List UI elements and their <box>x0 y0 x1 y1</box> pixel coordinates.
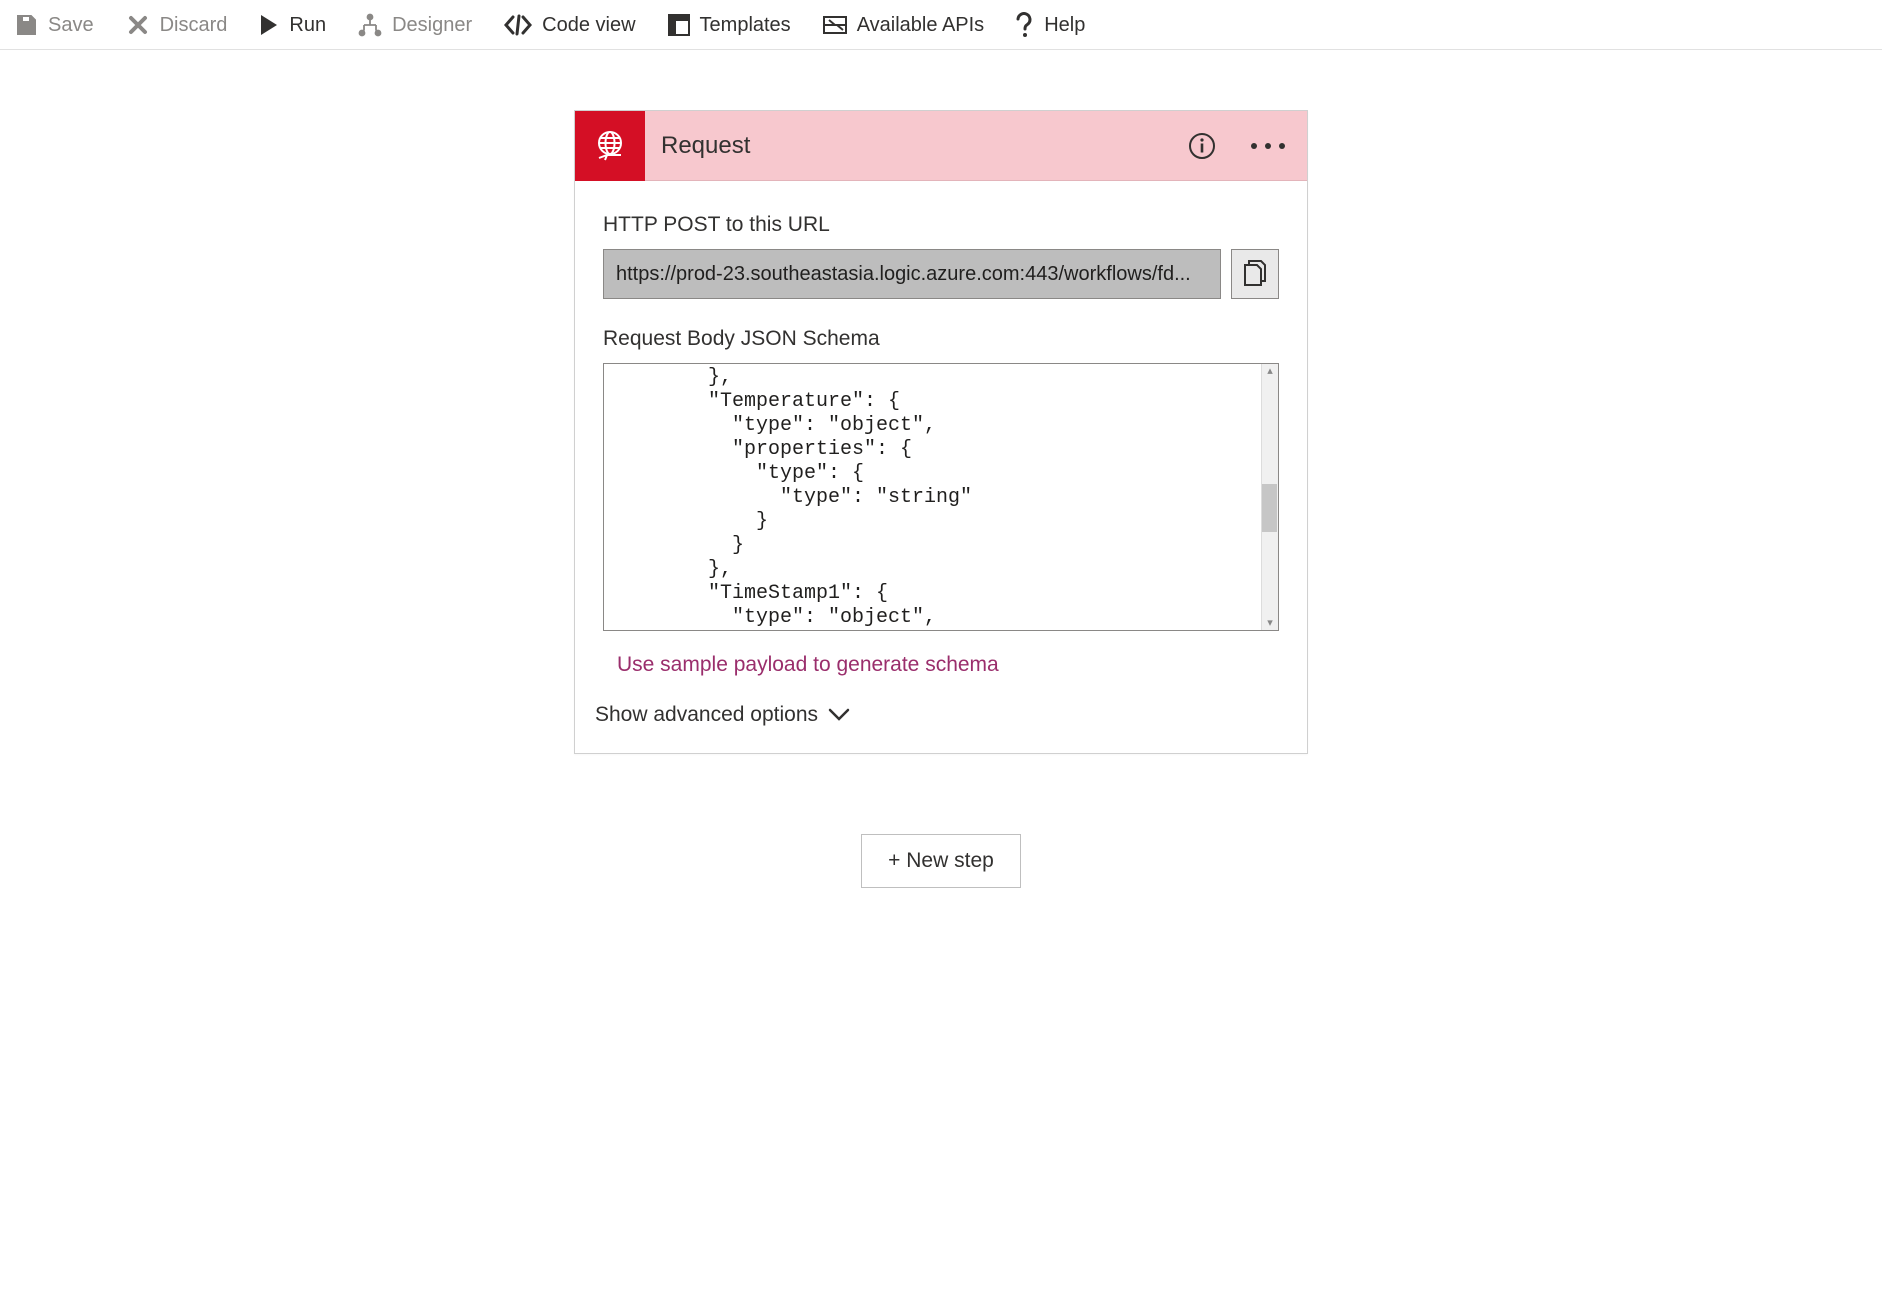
scroll-up-icon[interactable]: ▴ <box>1267 364 1273 378</box>
run-button[interactable]: Run <box>259 14 326 36</box>
discard-label: Discard <box>160 15 228 35</box>
designer-icon <box>358 13 382 37</box>
api-icon <box>823 14 847 36</box>
card-menu-ellipsis-icon[interactable] <box>1251 143 1285 149</box>
toolbar: Save Discard Run Designer <box>0 0 1882 50</box>
help-label: Help <box>1044 15 1085 35</box>
discard-icon <box>126 13 150 37</box>
request-card-title: Request <box>645 132 1187 160</box>
http-url-field[interactable]: https://prod-23.southeastasia.logic.azur… <box>603 249 1221 299</box>
discard-button[interactable]: Discard <box>126 13 228 37</box>
templates-button[interactable]: Templates <box>668 14 791 36</box>
help-button[interactable]: Help <box>1016 12 1085 38</box>
templates-label: Templates <box>700 15 791 35</box>
copy-icon <box>1242 257 1268 292</box>
code-view-button[interactable]: Code view <box>504 14 635 36</box>
save-label: Save <box>48 15 94 35</box>
schema-label: Request Body JSON Schema <box>603 327 1279 351</box>
scroll-thumb[interactable] <box>1262 484 1277 532</box>
save-icon <box>14 13 38 37</box>
templates-icon <box>668 14 690 36</box>
info-icon[interactable] <box>1187 131 1217 161</box>
use-sample-payload-link[interactable]: Use sample payload to generate schema <box>617 653 999 677</box>
code-view-icon <box>504 14 532 36</box>
run-label: Run <box>289 15 326 35</box>
show-advanced-options-toggle[interactable]: Show advanced options <box>595 703 1279 727</box>
designer-canvas: Request HTTP POST to this URL <box>0 50 1882 888</box>
schema-content: }, "Temperature": { "type": "object", "p… <box>604 364 1278 631</box>
designer-label: Designer <box>392 15 472 35</box>
schema-textarea[interactable]: }, "Temperature": { "type": "object", "p… <box>603 363 1279 631</box>
schema-scrollbar[interactable]: ▴ ▾ <box>1261 364 1278 630</box>
designer-button[interactable]: Designer <box>358 13 472 37</box>
advanced-options-label: Show advanced options <box>595 703 818 727</box>
request-card: Request HTTP POST to this URL <box>574 110 1308 754</box>
available-apis-label: Available APIs <box>857 15 985 35</box>
new-step-button[interactable]: + New step <box>861 834 1021 888</box>
request-card-header: Request <box>575 111 1307 181</box>
play-icon <box>259 14 279 36</box>
available-apis-button[interactable]: Available APIs <box>823 14 985 36</box>
help-icon <box>1016 12 1034 38</box>
chevron-down-icon <box>828 708 850 722</box>
request-connector-icon <box>575 111 645 181</box>
http-url-label: HTTP POST to this URL <box>603 213 1279 237</box>
code-view-label: Code view <box>542 15 635 35</box>
scroll-down-icon[interactable]: ▾ <box>1267 616 1273 630</box>
save-button[interactable]: Save <box>14 13 94 37</box>
copy-url-button[interactable] <box>1231 249 1279 299</box>
